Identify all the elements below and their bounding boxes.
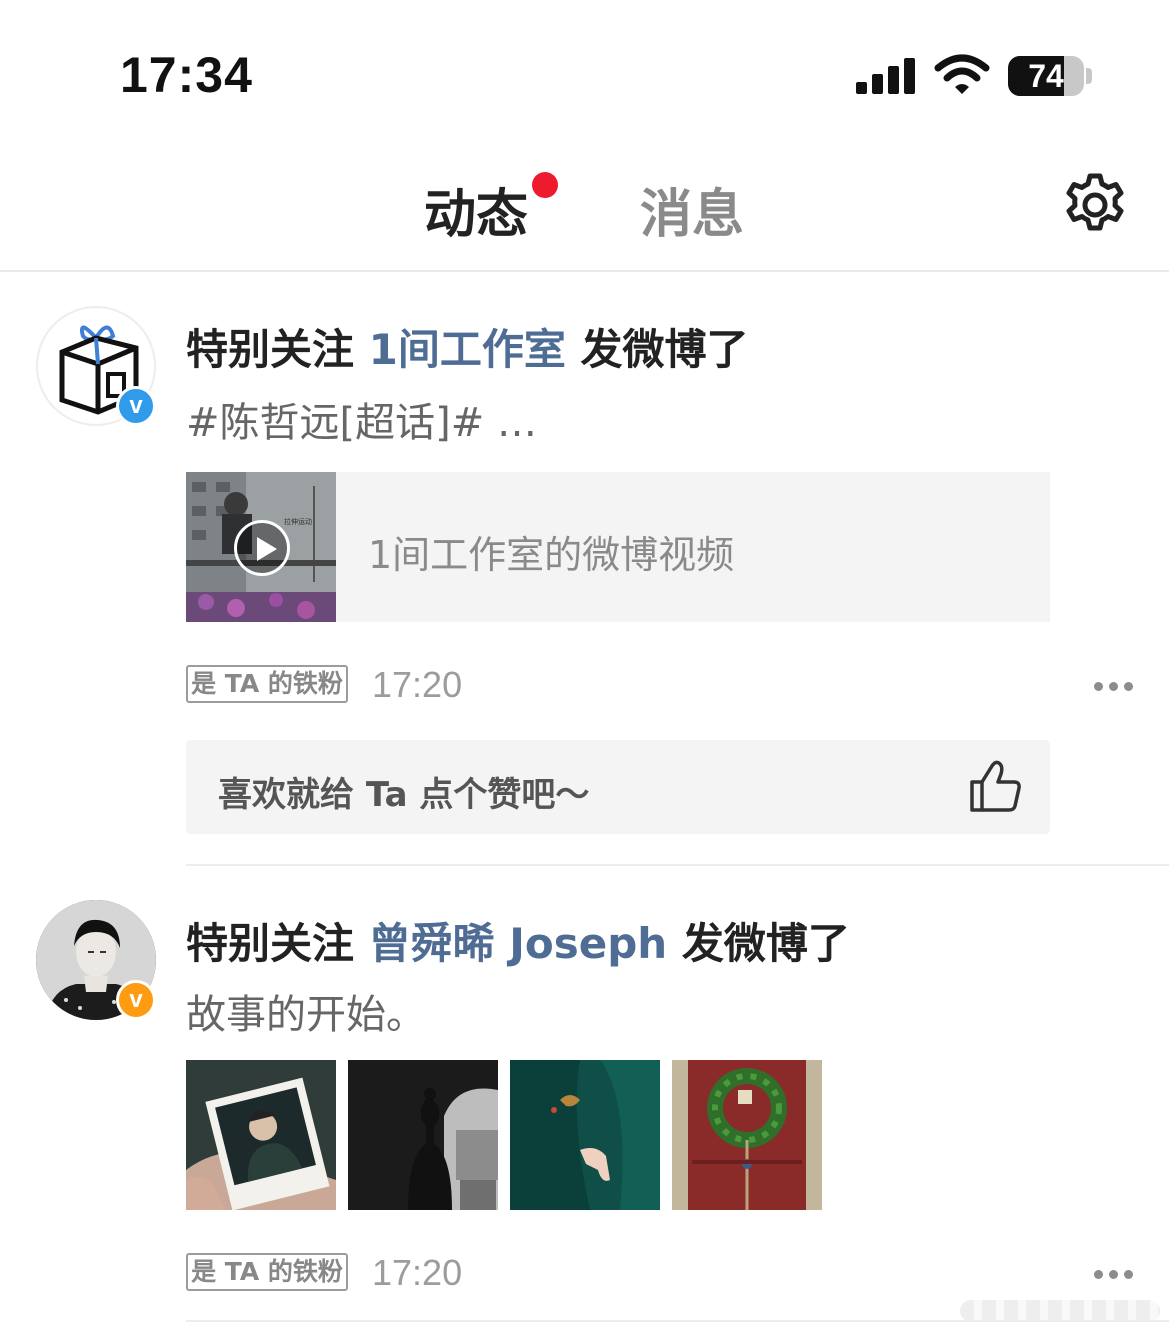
image-thumbnail-2[interactable] <box>348 1060 498 1210</box>
username-link[interactable]: 曾舜晞 Joseph <box>369 919 668 968</box>
fan-badge: 是 TA 的铁粉 <box>186 1253 348 1291</box>
play-icon[interactable] <box>234 520 290 576</box>
post-content[interactable]: 故事的开始。 <box>186 982 426 1040</box>
video-thumb-caption: 拉伸运动 <box>284 517 312 526</box>
posted-label: 发微博了 <box>681 919 850 968</box>
like-prompt-bar[interactable]: 喜欢就给 Ta 点个赞吧～ <box>186 740 1050 834</box>
more-options-icon[interactable] <box>1094 682 1134 692</box>
tab-dongtai[interactable]: 动态 <box>424 172 528 247</box>
feed-divider <box>186 864 1169 866</box>
battery-level: 74 <box>1028 58 1064 94</box>
gear-icon[interactable] <box>1062 172 1128 238</box>
feed-title: 特别关注 曾舜晞 Joseph 发微博了 <box>186 910 850 971</box>
post-time: 17:20 <box>372 1252 463 1293</box>
image-thumbnail-3[interactable] <box>510 1060 660 1210</box>
post-time: 17:20 <box>372 664 463 705</box>
verified-badge: v <box>116 386 156 426</box>
status-time: 17:34 <box>120 47 253 103</box>
special-follow-label: 特别关注 <box>186 919 355 968</box>
username-link[interactable]: 1间工作室 <box>369 325 566 374</box>
feed-title: 特别关注 1间工作室 发微博了 <box>186 316 749 377</box>
feed-divider <box>186 1320 1169 1322</box>
like-prompt-text: 喜欢就给 Ta 点个赞吧～ <box>218 775 590 815</box>
posted-label: 发微博了 <box>580 325 749 374</box>
wifi-icon <box>934 54 990 94</box>
verified-badge: v <box>116 980 156 1020</box>
header-divider <box>0 270 1169 272</box>
thumbs-up-icon[interactable] <box>968 758 1024 814</box>
image-thumbnail-1[interactable] <box>186 1060 336 1210</box>
more-options-icon[interactable] <box>1094 1270 1134 1280</box>
post-content[interactable]: #陈哲远[超话]# … <box>186 390 537 448</box>
image-thumbnail-4[interactable] <box>672 1060 822 1210</box>
battery-icon: 74 <box>1008 56 1084 96</box>
tab-xiaoxi[interactable]: 消息 <box>640 172 744 247</box>
special-follow-label: 特别关注 <box>186 325 355 374</box>
video-card[interactable]: 拉伸运动 1间工作室的微博视频 <box>186 472 1050 622</box>
signal-icon <box>856 58 916 94</box>
video-thumbnail: 拉伸运动 <box>186 472 336 622</box>
notification-dot <box>532 172 558 198</box>
video-title: 1间工作室的微博视频 <box>368 533 735 577</box>
home-indicator <box>960 1300 1160 1322</box>
fan-badge: 是 TA 的铁粉 <box>186 665 348 703</box>
battery-cap <box>1086 68 1092 84</box>
